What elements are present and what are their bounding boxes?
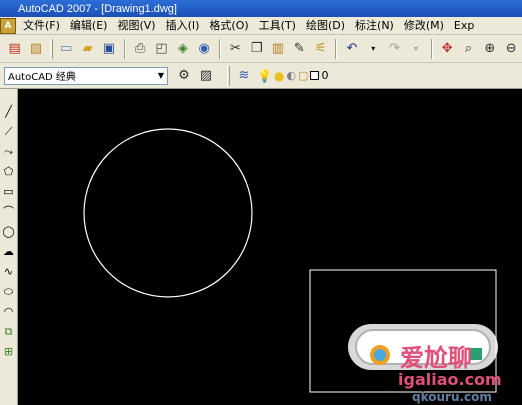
menu-bar: A 文件(F) 编辑(E) 视图(V) 插入(I) 格式(O) 工具(T) 绘图… <box>0 17 522 35</box>
window-title: AutoCAD 2007 - [Drawing1.dwg] <box>18 3 177 15</box>
lightbulb-icon: 💡 <box>257 68 272 83</box>
print-icon[interactable]: ⎙ <box>131 39 150 59</box>
autocad-app-icon[interactable]: A <box>0 17 16 34</box>
color-swatch-icon <box>310 71 320 80</box>
menu-tools[interactable]: 工具(T) <box>254 17 301 34</box>
menu-draw[interactable]: 绘图(D) <box>301 17 350 34</box>
insert-block-icon[interactable]: ⧉ <box>1 321 17 341</box>
draw-toolbar: ╱ ⟋ ⤳ ⬠ ▭ ⌒ ◯ ☁ ∿ ⬭ ◠ ⧉ ⊞ <box>0 89 18 405</box>
watermark-brand: 爱尬聊 <box>400 344 472 372</box>
block-editor-icon[interactable]: ⚟ <box>311 39 330 59</box>
freeze-viewport-icon: ◐ <box>286 69 297 82</box>
redo-icon[interactable]: ↷ <box>385 39 404 59</box>
menu-dimension[interactable]: 标注(N) <box>350 17 399 34</box>
publish-icon[interactable]: ▤ <box>5 39 24 59</box>
rectangle-icon[interactable]: ▭ <box>1 181 17 201</box>
workspace-save-icon[interactable]: ▨ <box>196 66 216 86</box>
menu-modify[interactable]: 修改(M) <box>399 17 449 34</box>
cut-icon[interactable]: ✂ <box>226 39 245 59</box>
lock-icon: ▢ <box>298 69 309 82</box>
toolbar-separator <box>430 38 433 59</box>
open-file-icon[interactable]: ▰ <box>78 39 97 59</box>
toolbar-separator <box>218 38 221 59</box>
new-file-icon[interactable]: ▭ <box>57 39 76 59</box>
publish-3d-icon[interactable]: ◈ <box>173 39 192 59</box>
undo-dropdown-icon[interactable]: ▾ <box>364 39 383 59</box>
toolbar-grip[interactable] <box>49 38 53 59</box>
workspace-dropdown[interactable]: AutoCAD 经典 ▼ <box>4 66 168 85</box>
line-icon[interactable]: ╱ <box>1 101 17 121</box>
print-preview-icon[interactable]: ◰ <box>152 39 171 59</box>
circle-entity[interactable] <box>83 128 253 298</box>
circle-icon[interactable]: ◯ <box>1 221 17 241</box>
menu-view[interactable]: 视图(V) <box>112 17 160 34</box>
spline-icon[interactable]: ∿ <box>1 261 17 281</box>
save-icon[interactable]: ▣ <box>99 39 118 59</box>
redo-dropdown-icon[interactable]: ▾ <box>406 39 425 59</box>
layer-properties-icon[interactable]: ≋ <box>234 66 254 86</box>
standard-toolbar: ▤ ▧ ▭ ▰ ▣ ⎙ ◰ ◈ ◉ ✂ ❐ ▥ ✎ ⚟ ↶ ▾ ↷ ▾ ✥ ⌕ … <box>0 35 522 63</box>
paste-icon[interactable]: ▥ <box>268 39 287 59</box>
watermark-url-secondary: qkouru.com <box>412 390 492 404</box>
ellipse-icon[interactable]: ⬭ <box>1 281 17 301</box>
watermark-url: igaliao.com <box>398 370 502 389</box>
zoom-previous-icon[interactable]: ⊖ <box>502 39 521 59</box>
toolbar-grip[interactable] <box>227 65 230 86</box>
workspace-layer-toolbar: AutoCAD 经典 ▼ ⚙ ▨ ≋ 💡 ● ◐ ▢ 0 <box>0 63 522 89</box>
plot-icon[interactable]: ◉ <box>194 39 213 59</box>
menu-express[interactable]: Exp <box>449 17 479 34</box>
make-block-icon[interactable]: ⊞ <box>1 341 17 361</box>
menu-file[interactable]: 文件(F) <box>18 17 65 34</box>
layer-dropdown[interactable]: 💡 ● ◐ ▢ 0 <box>255 67 330 85</box>
menu-insert[interactable]: 插入(I) <box>161 17 205 34</box>
layer-name: 0 <box>321 69 329 82</box>
workspace-settings-icon[interactable]: ⚙ <box>174 66 194 86</box>
sheet-set-icon[interactable]: ▧ <box>26 39 45 59</box>
toolbar-separator <box>335 38 338 59</box>
arc-icon[interactable]: ⌒ <box>1 201 17 221</box>
copy-icon[interactable]: ❐ <box>247 39 266 59</box>
chevron-down-icon: ▼ <box>157 71 164 80</box>
zoom-window-icon[interactable]: ⊕ <box>480 39 499 59</box>
toolbar-separator <box>123 38 126 59</box>
menu-edit[interactable]: 编辑(E) <box>65 17 113 34</box>
revision-cloud-icon[interactable]: ☁ <box>1 241 17 261</box>
menu-format[interactable]: 格式(O) <box>204 17 253 34</box>
title-bar: AutoCAD 2007 - [Drawing1.dwg] <box>0 0 522 17</box>
workspace-value: AutoCAD 经典 <box>8 72 76 83</box>
undo-icon[interactable]: ↶ <box>342 39 361 59</box>
zoom-realtime-icon[interactable]: ⌕ <box>459 39 478 59</box>
sun-icon: ● <box>273 68 285 83</box>
polyline-icon[interactable]: ⤳ <box>1 141 17 161</box>
watermark: 爱尬聊 igaliao.com qkouru.com <box>340 320 522 405</box>
polygon-icon[interactable]: ⬠ <box>1 161 17 181</box>
construction-line-icon[interactable]: ⟋ <box>1 121 17 141</box>
match-properties-icon[interactable]: ✎ <box>290 39 309 59</box>
ellipse-arc-icon[interactable]: ◠ <box>1 301 17 321</box>
pan-icon[interactable]: ✥ <box>438 39 457 59</box>
